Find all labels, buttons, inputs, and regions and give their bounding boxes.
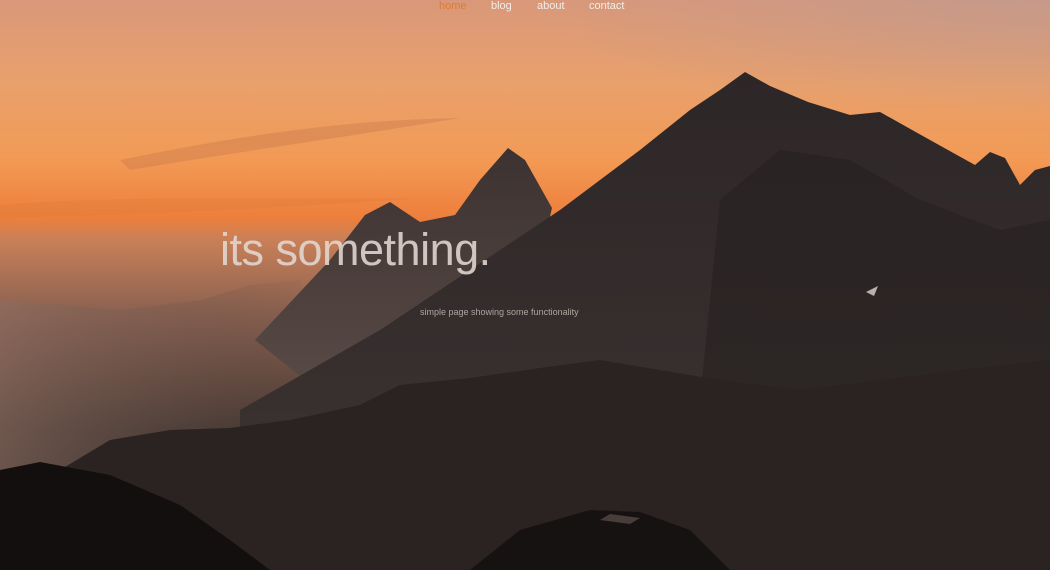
nav-blog-link[interactable]: blog [491,0,512,12]
nav-home-link[interactable]: home [439,0,467,12]
hero-background [0,0,1050,570]
nav-contact-link[interactable]: contact [589,0,624,12]
mountain-sunset-image [0,0,1050,570]
nav-about-link[interactable]: about [537,0,565,12]
hero-headline: its something. [220,224,491,275]
hero-tagline: simple page showing some functionality [420,307,579,317]
top-nav: home blog about contact [0,0,1050,14]
